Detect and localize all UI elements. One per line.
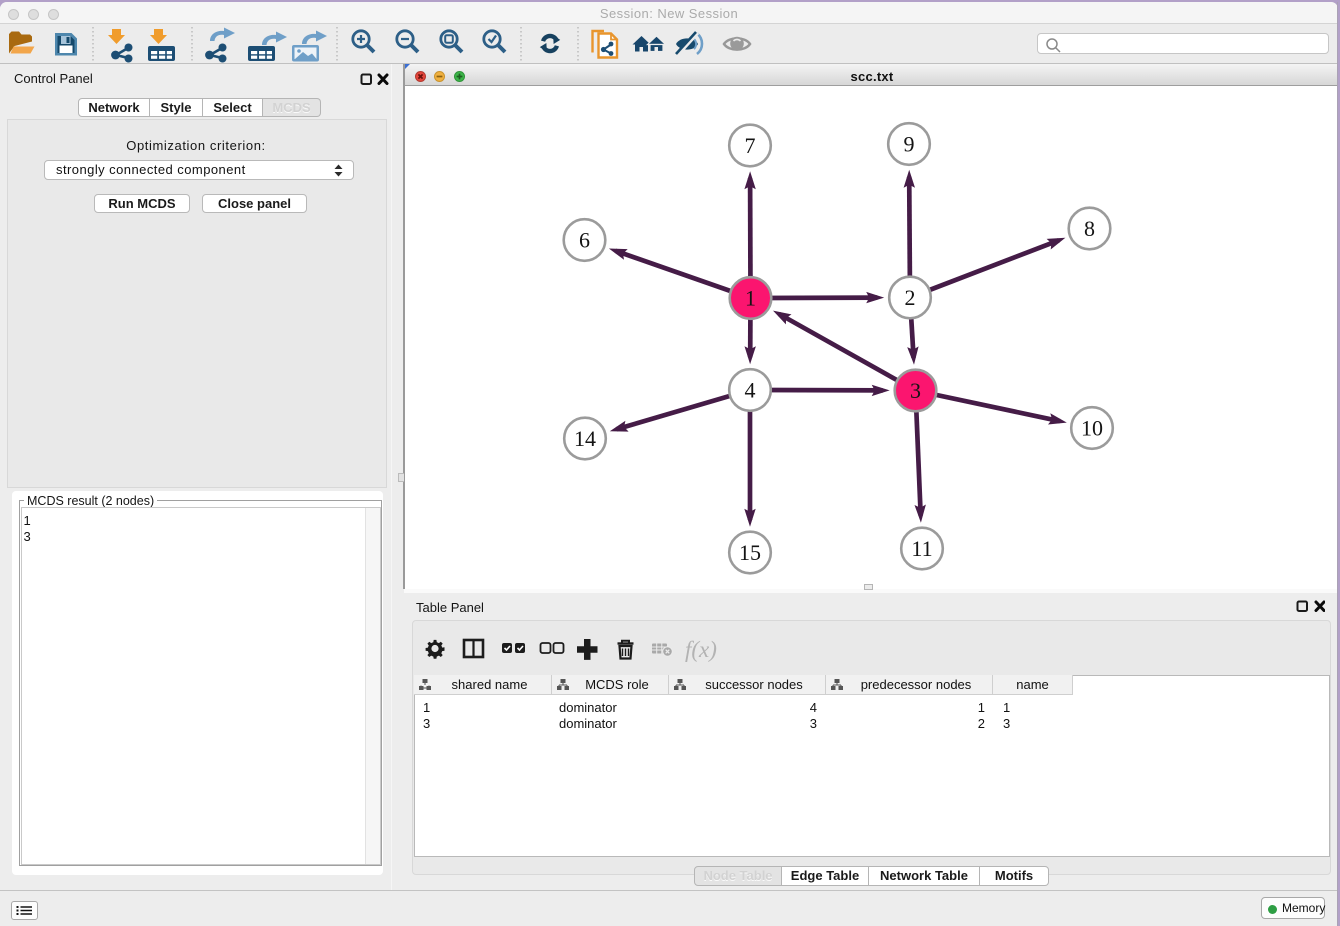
svg-text:3: 3 [910, 378, 921, 403]
svg-text:15: 15 [739, 540, 761, 565]
svg-text:6: 6 [579, 228, 590, 253]
svg-text:10: 10 [1081, 416, 1103, 441]
svg-text:1: 1 [745, 286, 756, 311]
svg-text:f(x): f(x) [685, 637, 717, 662]
svg-text:8: 8 [1084, 216, 1095, 241]
svg-text:2: 2 [905, 285, 916, 310]
svg-text:11: 11 [911, 536, 932, 561]
svg-text:9: 9 [904, 132, 915, 157]
svg-text:7: 7 [745, 133, 756, 158]
svg-text:14: 14 [574, 426, 596, 451]
svg-text:4: 4 [745, 378, 756, 403]
